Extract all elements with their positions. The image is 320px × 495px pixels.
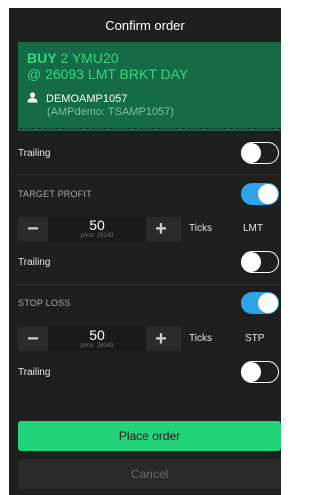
user-icon — [27, 92, 38, 106]
toggle-knob — [241, 361, 261, 382]
trailing-label: Trailing — [18, 147, 51, 159]
dialog-title: Confirm order — [105, 17, 185, 33]
target-profit-trailing-row: Trailing — [9, 251, 281, 273]
trailing-toggle[interactable] — [241, 142, 279, 164]
stop-loss-type[interactable]: STP — [245, 333, 264, 344]
order-line-2: @ 26093 LMT BRKT DAY — [27, 66, 189, 82]
account-name: DEMOAMP1057 — [46, 93, 128, 105]
stop-loss-label: STOP LOSS — [18, 298, 71, 308]
target-profit-trailing-toggle[interactable] — [241, 251, 279, 273]
stop-loss-trailing-row: Trailing — [9, 361, 281, 383]
toggle-knob — [258, 293, 278, 313]
target-profit-input[interactable]: 50 price: 26143 — [48, 217, 146, 241]
target-profit-stepper: − 50 price: 26143 + — [18, 217, 181, 241]
order-dialog: Confirm order BUY 2 YMU20 @ 26093 LMT BR… — [9, 8, 281, 495]
place-order-button[interactable]: Place order — [18, 421, 281, 451]
stop-loss-stepper: − 50 price: 26043 + — [18, 327, 181, 351]
toggle-knob — [258, 184, 278, 204]
stop-loss-toggle[interactable] — [241, 292, 279, 314]
cancel-button[interactable]: Cancel — [18, 459, 281, 489]
trailing-label: Trailing — [18, 256, 51, 268]
order-qty-symbol: 2 YMU20 — [60, 50, 119, 66]
decrement-button[interactable]: − — [18, 217, 48, 241]
divider — [9, 174, 281, 175]
decrement-button[interactable]: − — [18, 327, 48, 351]
account-detail: (AMPdemo: TSAMP1057) — [47, 106, 174, 118]
stop-loss-trailing-toggle[interactable] — [241, 361, 279, 383]
target-profit-value: 50 — [89, 217, 105, 233]
stop-loss-unit[interactable]: Ticks — [189, 333, 212, 344]
target-profit-label: TARGET PROFIT — [18, 189, 92, 199]
stop-loss-value: 50 — [89, 327, 105, 343]
trailing-label: Trailing — [18, 366, 51, 378]
trailing-row: Trailing — [9, 142, 281, 164]
target-profit-type[interactable]: LMT — [243, 223, 263, 234]
stop-loss-input[interactable]: 50 price: 26043 — [48, 327, 146, 351]
divider — [9, 284, 281, 285]
target-profit-unit[interactable]: Ticks — [189, 223, 212, 234]
toggle-knob — [241, 142, 261, 163]
target-profit-price: price: 26143 — [80, 233, 114, 239]
increment-button[interactable]: + — [146, 217, 176, 241]
target-profit-header: TARGET PROFIT — [9, 183, 281, 205]
stop-loss-price: price: 26043 — [80, 343, 114, 349]
account-row: DEMOAMP1057 — [27, 92, 127, 106]
increment-button[interactable]: + — [146, 327, 176, 351]
order-line-1: BUY 2 YMU20 — [27, 50, 119, 66]
stop-loss-header: STOP LOSS — [9, 292, 281, 314]
order-side: BUY — [27, 50, 57, 66]
toggle-knob — [241, 251, 261, 272]
target-profit-toggle[interactable] — [241, 183, 279, 205]
order-summary: BUY 2 YMU20 @ 26093 LMT BRKT DAY DEMOAMP… — [18, 42, 281, 131]
